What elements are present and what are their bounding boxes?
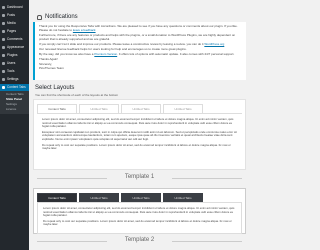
template-1-content: Lorem ipsum dolor sit amet, consectetur … [37, 113, 242, 157]
admin-screen: Dashboard Posts Media Pages Comments App… [0, 0, 250, 250]
admin-sidebar: Dashboard Posts Media Pages Comments App… [0, 0, 29, 250]
sidebar-item-settings[interactable]: Settings [0, 76, 29, 83]
template-1-tabs: Content Tabs Untitled Tabs Untitled Tabs… [34, 100, 245, 113]
tabs-icon [2, 86, 5, 89]
tab-3[interactable]: Untitled Tabs [121, 193, 161, 202]
notifications-panel: Thank you for using the Responsive Tabs … [33, 22, 246, 80]
sidebar-item-tools[interactable]: Tools [0, 68, 29, 75]
main-content: Notifications Thank you for using the Re… [29, 0, 250, 250]
bell-icon [37, 14, 42, 20]
sidebar-item-comments[interactable]: Comments [0, 36, 29, 43]
settings-icon [2, 78, 5, 81]
sidebar-item-media[interactable]: Media [0, 20, 29, 27]
wrench-icon [2, 70, 5, 73]
sidebar-item-pages[interactable]: Pages [0, 28, 29, 35]
sidebar-item-appearance[interactable]: Appearance [0, 44, 29, 51]
tab-1[interactable]: Content Tabs [37, 193, 77, 202]
select-layouts-subtitle: You can find the shortcode of each of th… [35, 93, 119, 97]
template-1-preview[interactable]: Content Tabs Untitled Tabs Untitled Tabs… [33, 99, 246, 170]
template-2-tabs: Content Tabs Untitled Tabs Untitled Tabs… [34, 189, 245, 202]
tab-3[interactable]: Untitled Tabs [121, 104, 161, 113]
page-icon [2, 30, 5, 33]
brush-icon [2, 46, 5, 49]
sidebar-item-plugins[interactable]: Plugins [0, 52, 29, 59]
tab-2[interactable]: Untitled Tabs [79, 104, 119, 113]
sidebar-submenu: Content Tabs Slide Panel Settings Licenc… [0, 91, 29, 114]
sidebar-item-content-tabs[interactable]: Content Tabs [0, 84, 29, 91]
comment-icon [2, 38, 5, 41]
premium-version-link[interactable]: Premium Version [94, 52, 117, 56]
sidebar-item-posts[interactable]: Posts [0, 12, 29, 19]
template-2-label: Template 2 [124, 237, 155, 243]
feedback-link[interactable]: leave a feedback [73, 28, 96, 32]
user-icon [2, 62, 5, 65]
tab-1[interactable]: Content Tabs [37, 104, 77, 113]
plugin-icon [2, 54, 5, 57]
tab-4[interactable]: Untitled Tabs [163, 193, 203, 202]
tab-2[interactable]: Untitled Tabs [79, 193, 119, 202]
template-2-preview[interactable]: Content Tabs Untitled Tabs Untitled Tabs… [33, 188, 246, 234]
submenu-item-licence[interactable]: Licence [0, 107, 29, 112]
sidebar-item-dashboard[interactable]: Dashboard [0, 4, 29, 11]
select-layouts-title: Select Layouts [35, 85, 75, 91]
dashboard-icon [2, 6, 5, 9]
tab-4[interactable]: Untitled Tabs [163, 104, 203, 113]
wordpress-org-link[interactable]: WordPress.org [204, 42, 224, 46]
notifications-heading: Notifications [37, 14, 78, 20]
pin-icon [2, 14, 5, 17]
template-2-content: Lorem ipsum dolor sit amet, consectetur … [37, 202, 242, 234]
template-1-label: Template 1 [124, 174, 155, 180]
media-icon [2, 22, 5, 25]
sidebar-item-users[interactable]: Users [0, 60, 29, 67]
